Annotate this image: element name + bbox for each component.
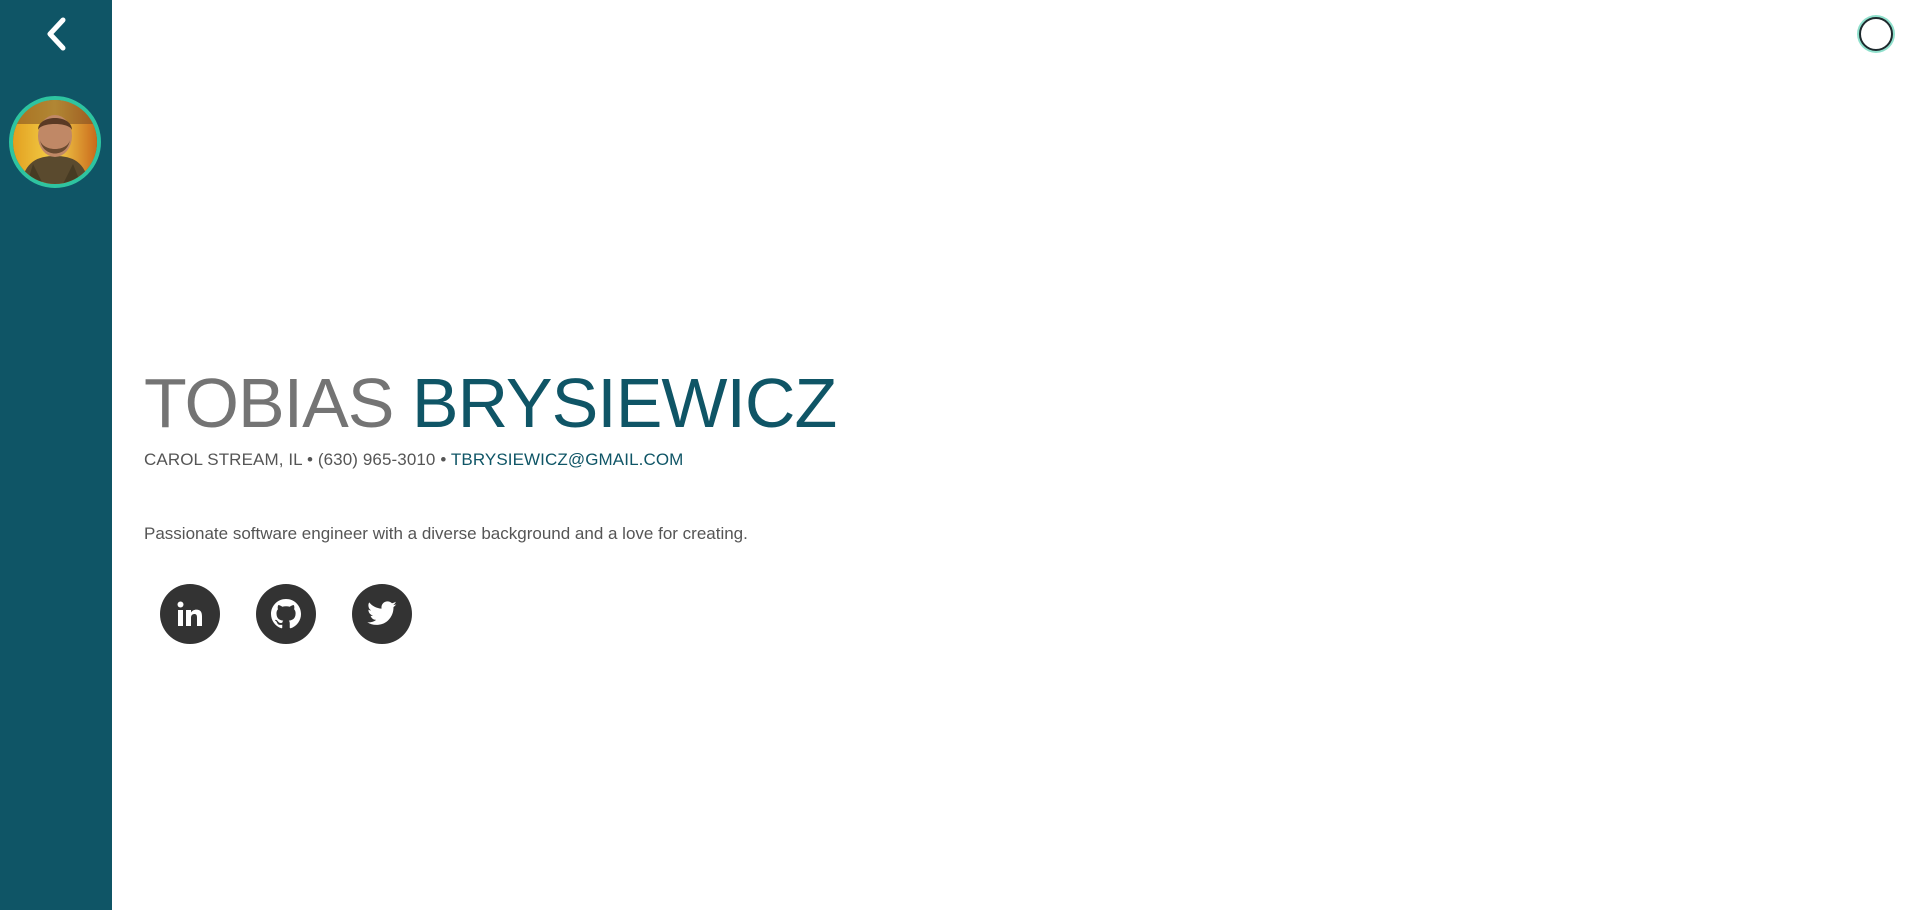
theme-toggle-button[interactable] [1859,17,1893,51]
twitter-icon [367,601,397,625]
avatar[interactable] [9,96,101,188]
phone-text: (630) 965-3010 [317,450,436,469]
back-button[interactable] [36,14,76,54]
social-links [160,584,412,644]
separator: • [440,450,447,469]
github-icon [271,599,301,629]
linkedin-button[interactable] [160,584,220,644]
contact-line: CAROL STREAM, IL • (630) 965-3010 • TBRY… [144,450,836,470]
email-link[interactable]: TBRYSIEWICZ@GMAIL.COM [451,450,684,469]
sidebar [0,0,112,910]
location-text: CAROL STREAM, IL [144,450,303,469]
twitter-button[interactable] [352,584,412,644]
last-name: BRYSIEWICZ [411,364,837,442]
linkedin-icon [177,601,202,626]
tagline: Passionate software engineer with a dive… [144,524,748,543]
first-name: TOBIAS [144,364,394,442]
separator: • [306,450,313,469]
profile-photo [13,100,97,184]
chevron-left-icon [47,17,66,51]
page-title: TOBIAS BRYSIEWICZ [144,362,837,444]
profile-section: TOBIAS BRYSIEWICZ CAROL STREAM, IL • (63… [144,362,837,544]
github-button[interactable] [256,584,316,644]
